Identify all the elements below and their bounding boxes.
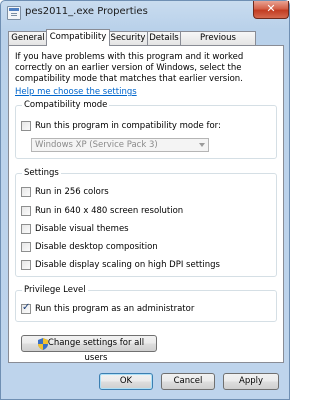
run-as-admin-checkbox[interactable] [21, 302, 31, 314]
properties-window: pes2011_.exe Properties ✕ General Compat… [0, 0, 290, 400]
os-version-select[interactable]: Windows XP (Service Pack 3) [31, 138, 209, 152]
application-icon [7, 6, 21, 20]
setting-row-256-colors[interactable]: Run in 256 colors [21, 186, 109, 198]
tab-strip: General Compatibility Security Details P… [8, 29, 284, 55]
tab-details[interactable]: Details [147, 31, 181, 45]
change-settings-all-users-button[interactable]: Change settings for all users [21, 335, 157, 363]
compatibility-mode-checkbox-row[interactable]: Run this program in compatibility mode f… [21, 120, 221, 132]
run-640x480-label: Run in 640 x 480 screen resolution [35, 206, 184, 216]
ok-button[interactable]: OK [99, 373, 153, 390]
tab-compatibility[interactable]: Compatibility [46, 29, 110, 46]
run-256-colors-label: Run in 256 colors [35, 187, 109, 197]
disable-visual-themes-label: Disable visual themes [35, 224, 129, 234]
disable-desktop-composition-label: Disable desktop composition [35, 242, 158, 252]
title-bar[interactable]: pes2011_.exe Properties ✕ [1, 1, 289, 25]
run-256-colors-checkbox[interactable] [21, 187, 31, 197]
setting-row-visual-themes[interactable]: Disable visual themes [21, 223, 129, 235]
intro-text: If you have problems with this program a… [15, 52, 244, 84]
chevron-down-icon [199, 143, 205, 147]
help-choose-settings-link[interactable]: Help me choose the settings [15, 87, 137, 97]
os-version-value: Windows XP (Service Pack 3) [35, 140, 158, 150]
run-as-admin-row[interactable]: Run this program as an administrator [21, 302, 195, 315]
close-button[interactable]: ✕ [253, 1, 289, 19]
run-as-admin-label: Run this program as an administrator [35, 304, 195, 314]
setting-row-dpi-scaling[interactable]: Disable display scaling on high DPI sett… [21, 259, 220, 271]
compatibility-mode-label: Run this program in compatibility mode f… [35, 121, 221, 131]
window-title: pes2011_.exe Properties [25, 6, 148, 17]
cancel-button[interactable]: Cancel [161, 373, 215, 390]
uac-shield-icon [38, 338, 48, 350]
run-640x480-checkbox[interactable] [21, 206, 31, 216]
disable-desktop-composition-checkbox[interactable] [21, 242, 31, 252]
tab-general[interactable]: General [8, 31, 48, 45]
privilege-level-title: Privilege Level [22, 285, 88, 296]
tab-previous-versions[interactable]: Previous Versions [180, 31, 256, 55]
disable-visual-themes-checkbox[interactable] [21, 224, 31, 234]
setting-row-desktop-composition[interactable]: Disable desktop composition [21, 241, 158, 253]
compatibility-mode-checkbox[interactable] [21, 121, 31, 131]
apply-button[interactable]: Apply [223, 373, 279, 390]
tab-security[interactable]: Security [108, 31, 148, 45]
disable-dpi-scaling-label: Disable display scaling on high DPI sett… [35, 260, 220, 270]
disable-dpi-scaling-checkbox[interactable] [21, 260, 31, 270]
setting-row-640x480[interactable]: Run in 640 x 480 screen resolution [21, 205, 183, 217]
compatibility-mode-title: Compatibility mode [22, 100, 110, 111]
settings-title: Settings [22, 168, 61, 179]
